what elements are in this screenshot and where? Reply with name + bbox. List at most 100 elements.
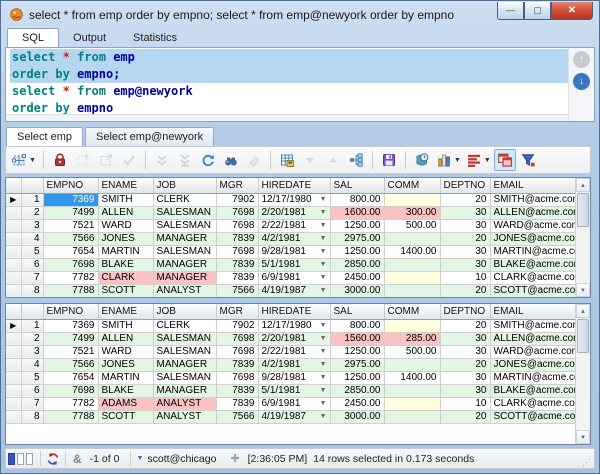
grid-cell[interactable]: JONES xyxy=(98,232,153,245)
grid-cell[interactable]: 800.00 xyxy=(330,319,384,332)
grid-cell[interactable]: ▼2/20/1981 xyxy=(258,332,330,345)
grid-cell[interactable]: 7782 xyxy=(43,397,98,410)
grid-cell[interactable]: 20 xyxy=(440,232,490,245)
grid-cell[interactable]: 7566 xyxy=(216,284,258,297)
grid-cell[interactable]: SMITH xyxy=(98,319,153,332)
vertical-scrollbar[interactable]: ▲ ▼ xyxy=(575,178,590,297)
column-header-hiredate[interactable]: HIREDATE xyxy=(258,178,330,193)
date-dropdown-icon[interactable]: ▼ xyxy=(320,196,327,203)
column-header-empno[interactable]: EMPNO xyxy=(43,304,98,319)
date-dropdown-icon[interactable]: ▼ xyxy=(320,400,327,407)
scroll-thumb[interactable] xyxy=(577,319,589,353)
grid-cell[interactable]: SMITH xyxy=(98,193,153,206)
grid-cell[interactable]: ▼5/1/1981 xyxy=(258,258,330,271)
row-pointer-cell[interactable] xyxy=(6,332,21,345)
tab-output[interactable]: Output xyxy=(60,28,119,47)
row-number-cell[interactable]: 4 xyxy=(21,232,43,245)
grid-cell[interactable]: ▼12/17/1980 xyxy=(258,193,330,206)
grid-cell[interactable]: ADAMS xyxy=(98,397,153,410)
grid-cell[interactable]: ANALYST xyxy=(153,284,216,297)
grid-cell[interactable]: 300.00 xyxy=(384,206,440,219)
find-icon[interactable] xyxy=(220,149,242,171)
grid-cell[interactable]: 1250.00 xyxy=(330,371,384,384)
refresh-icon[interactable] xyxy=(197,149,219,171)
grid-cell[interactable]: 7902 xyxy=(216,319,258,332)
sql-editor[interactable]: select * from emporder by empno;select *… xyxy=(5,47,595,122)
grid-options-icon[interactable]: ▼ xyxy=(9,149,38,171)
grid-cell[interactable]: 30 xyxy=(440,345,490,358)
grid-cell[interactable]: 500.00 xyxy=(384,345,440,358)
date-dropdown-icon[interactable]: ▼ xyxy=(320,235,327,242)
column-header-email[interactable]: EMAIL xyxy=(490,304,577,319)
grid-cell[interactable]: ANALYST xyxy=(153,410,216,423)
grid-cell[interactable]: MARTIN xyxy=(98,245,153,258)
code-line[interactable]: select * from emp xyxy=(10,49,568,66)
grid-cell[interactable]: SCOTT xyxy=(98,284,153,297)
row-number-cell[interactable]: 7 xyxy=(21,271,43,284)
grid-cell[interactable]: BLAKE xyxy=(98,384,153,397)
grid-cell[interactable]: 500.00 xyxy=(384,219,440,232)
row-pointer-cell[interactable] xyxy=(6,245,21,258)
grid-cell[interactable]: MANAGER xyxy=(153,384,216,397)
grid-cell[interactable]: 7521 xyxy=(43,345,98,358)
grid-cell[interactable]: 7902 xyxy=(216,193,258,206)
grid-cell[interactable]: 20 xyxy=(440,410,490,423)
column-header-blank[interactable] xyxy=(21,304,43,319)
column-header-blank[interactable] xyxy=(21,178,43,193)
record-view-icon[interactable] xyxy=(411,149,433,171)
column-header-email[interactable]: EMAIL xyxy=(490,178,577,193)
grid-cell[interactable]: 7521 xyxy=(43,219,98,232)
grid-cell[interactable]: ALLEN@acme.com xyxy=(490,332,577,345)
row-pointer-cell[interactable]: ▶ xyxy=(6,193,21,206)
grid-cell[interactable]: SCOTT xyxy=(98,410,153,423)
grid-cell[interactable]: 10 xyxy=(440,271,490,284)
grid-cell[interactable]: SMITH@acme.com xyxy=(490,319,577,332)
date-dropdown-icon[interactable]: ▼ xyxy=(320,374,327,381)
grid-cell[interactable]: JONES@acme.com xyxy=(490,232,577,245)
grid-cell[interactable]: 30 xyxy=(440,332,490,345)
vertical-scrollbar[interactable]: ▲ ▼ xyxy=(575,304,590,444)
grid-cell[interactable]: MARTIN@acme.com xyxy=(490,245,577,258)
row-pointer-cell[interactable] xyxy=(6,219,21,232)
grid-cell[interactable]: 7839 xyxy=(216,271,258,284)
row-number-cell[interactable]: 1 xyxy=(21,319,43,332)
scroll-up-button[interactable]: ▲ xyxy=(576,178,590,192)
column-header-job[interactable]: JOB xyxy=(153,304,216,319)
row-number-cell[interactable]: 4 xyxy=(21,358,43,371)
grid-cell[interactable]: SALESMAN xyxy=(153,206,216,219)
grid-cell[interactable]: MARTIN xyxy=(98,371,153,384)
grid-cell[interactable]: ▼2/20/1981 xyxy=(258,206,330,219)
row-pointer-cell[interactable] xyxy=(6,258,21,271)
row-number-cell[interactable]: 3 xyxy=(21,345,43,358)
grid-cell[interactable] xyxy=(384,410,440,423)
row-number-cell[interactable]: 6 xyxy=(21,384,43,397)
grid-cell[interactable]: ▼9/28/1981 xyxy=(258,371,330,384)
grid-cell[interactable]: 1250.00 xyxy=(330,345,384,358)
grid-cell[interactable]: 2450.00 xyxy=(330,271,384,284)
column-header-sal[interactable]: SAL xyxy=(330,304,384,319)
grid-cell[interactable]: 7369 xyxy=(43,319,98,332)
date-dropdown-icon[interactable]: ▼ xyxy=(320,348,327,355)
code-line[interactable]: select * from emp@newyork xyxy=(10,83,568,100)
grid-cell[interactable]: ▼5/1/1981 xyxy=(258,384,330,397)
date-dropdown-icon[interactable]: ▼ xyxy=(320,209,327,216)
grid-cell[interactable]: 7788 xyxy=(43,410,98,423)
grid-cell[interactable]: 20 xyxy=(440,358,490,371)
grid-cell[interactable]: 7566 xyxy=(216,410,258,423)
row-number-cell[interactable]: 1 xyxy=(21,193,43,206)
result-tab-select-emp-newyork[interactable]: Select emp@newyork xyxy=(85,127,214,146)
grid-cell[interactable]: ▼9/28/1981 xyxy=(258,245,330,258)
row-pointer-cell[interactable] xyxy=(6,206,21,219)
grid-cell[interactable]: CLARK@acme.com xyxy=(490,271,577,284)
row-colors-icon[interactable]: ▼ xyxy=(464,149,493,171)
grid-cell[interactable]: 10 xyxy=(440,397,490,410)
result-tab-select-emp[interactable]: Select emp xyxy=(6,127,83,146)
grid-cell[interactable]: MARTIN@acme.com xyxy=(490,371,577,384)
grid-cell[interactable]: CLARK xyxy=(98,271,153,284)
grid-cell[interactable]: 2975.00 xyxy=(330,358,384,371)
row-number-cell[interactable]: 6 xyxy=(21,258,43,271)
scroll-up-button[interactable]: ▲ xyxy=(576,304,590,318)
grid-cell[interactable]: 1600.00 xyxy=(330,206,384,219)
grid-cell[interactable]: 7839 xyxy=(216,232,258,245)
minimize-button[interactable]: — xyxy=(497,2,524,20)
